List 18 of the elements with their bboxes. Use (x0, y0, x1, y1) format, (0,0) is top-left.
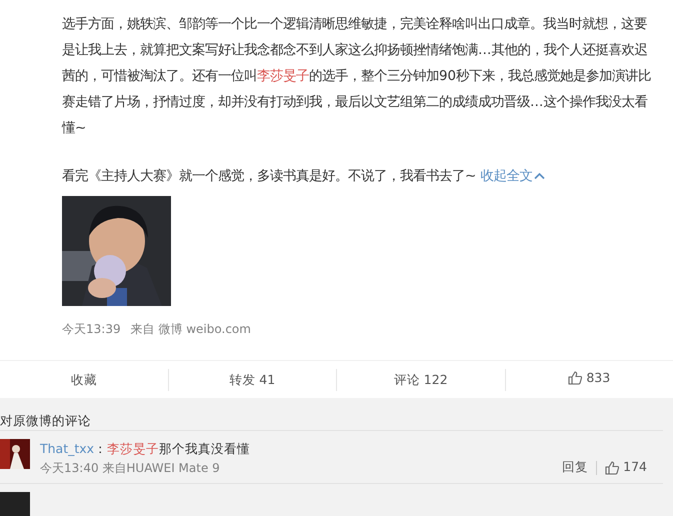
post-time: 今天13:39 (62, 322, 121, 336)
action-button[interactable]: 转发 41 (229, 368, 276, 390)
comment-text: That_txx：李莎旻子那个我真没看懂 (40, 440, 250, 458)
post-text: 选手方面，姚轶滨、邹韵等一个比一个逻辑清晰思维敏捷，完美诠释啥叫出口成章。我当时就想，这要是让我上去，就算把文案写好让我念都念不到人家这么抑扬顿挫情绪饱满…其他的，我个人还挺喜欢迟茜的，可惜被淘汰了。还有一位叫李莎旻子的选手，整个三分钟加90秒下来，我总感觉她是参加演讲比赛走错了片场，抒情过度，却并没有打动到我，最后以文艺组第二的成绩成功晋级…这个操作我没太看懂~ (62, 16, 652, 138)
section-heading: 对原微博的评论 (0, 413, 91, 428)
post-source[interactable]: 来自 微博 weibo.com (130, 322, 251, 336)
avatar[interactable] (0, 439, 30, 469)
like-button[interactable]: 174 (605, 458, 647, 477)
thumbs-up-icon (605, 460, 620, 475)
caret-up-icon (534, 172, 546, 180)
collapse-link[interactable]: 收起全文 (480, 169, 546, 184)
post-text: 看完《主持人大赛》就一个感觉，多读书真是好。不说了，我看书去了~ 收起全文 (62, 164, 652, 190)
action-button[interactable]: 收藏 (70, 368, 97, 390)
comment-time: 今天13:40 来自HUAWEI Mate 9 (40, 460, 221, 477)
like-button[interactable]: 833 (568, 367, 610, 389)
reply-button[interactable]: 回复 (562, 458, 588, 477)
thumbs-up-icon (568, 371, 582, 385)
action-button[interactable]: 评论 122 (394, 368, 448, 390)
